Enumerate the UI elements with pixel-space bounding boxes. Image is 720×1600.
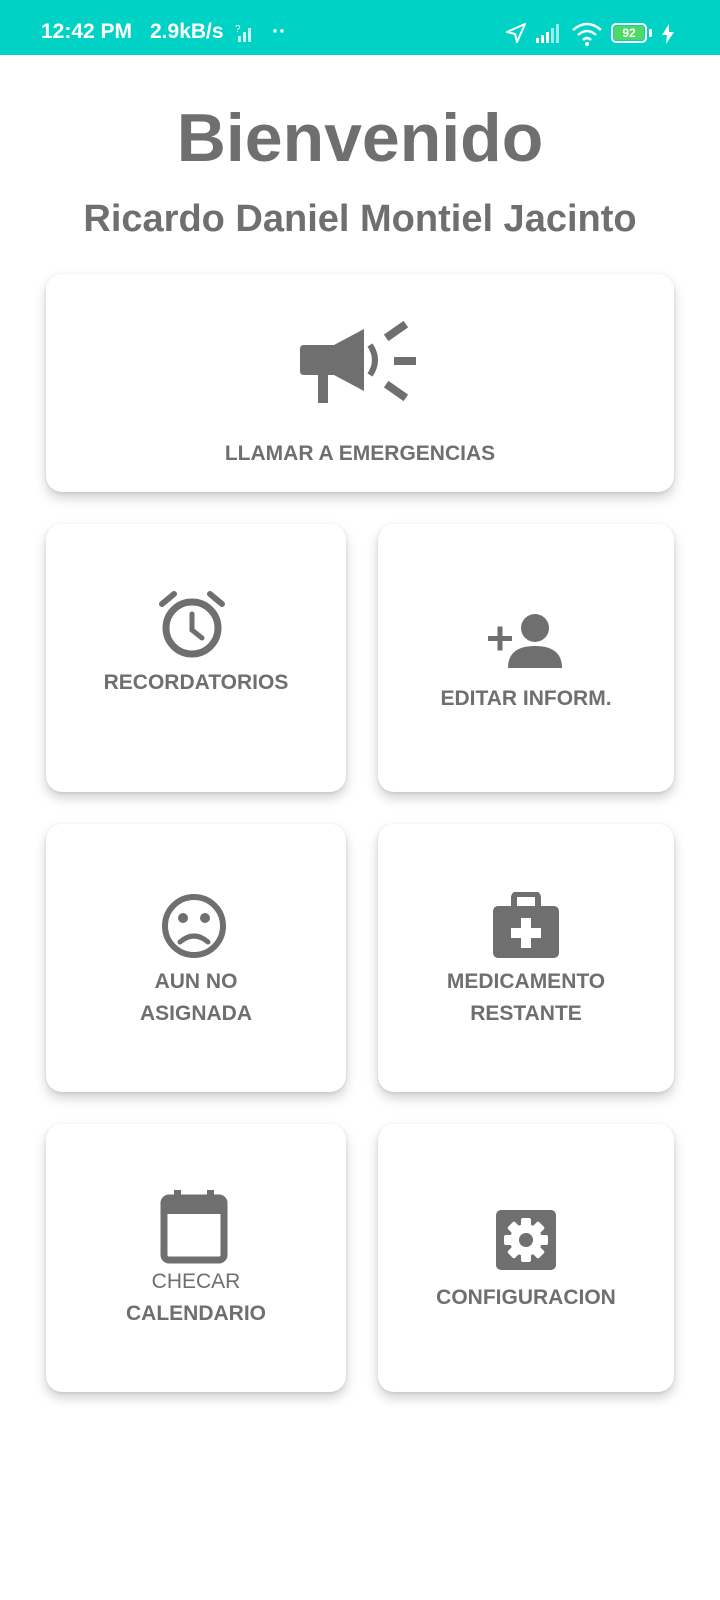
gear-icon: [496, 1210, 556, 1270]
medicine-remaining-button[interactable]: MEDICAMENTO RESTANTE: [378, 824, 674, 1092]
medicine-label: MEDICAMENTO RESTANTE: [378, 966, 674, 1030]
medical-kit-icon: [493, 892, 559, 958]
location-arrow-icon: [506, 23, 526, 43]
reminders-button[interactable]: RECORDATORIOS: [46, 524, 346, 792]
megaphone-icon: [300, 320, 416, 403]
medicine-label-line1: MEDICAMENTO: [446, 970, 606, 993]
reminders-label: RECORDATORIOS: [103, 671, 289, 694]
emergency-label: LLAMAR A EMERGENCIAS: [224, 442, 496, 465]
status-bar: 12:42 PM 2.9kB/s ? ·· 92: [0, 0, 720, 55]
status-dots: ··: [272, 20, 286, 43]
empty-bottom-area: [0, 1408, 720, 1600]
settings-button[interactable]: CONFIGURACION: [378, 1124, 674, 1392]
unassigned-label: AUN NO ASIGNADA: [46, 966, 346, 1030]
battery-level: 92: [622, 26, 636, 40]
svg-text:?: ?: [235, 24, 241, 35]
page-title: Bienvenido: [176, 100, 544, 176]
add-person-icon: [488, 614, 562, 668]
status-time: 12:42 PM: [41, 20, 133, 43]
edit-info-button[interactable]: EDITAR INFORM.: [378, 524, 674, 792]
emergency-call-button[interactable]: LLAMAR A EMERGENCIAS: [46, 274, 674, 492]
unassigned-button[interactable]: AUN NO ASIGNADA: [46, 824, 346, 1092]
unassigned-label-line1: AUN NO: [154, 970, 238, 993]
unassigned-label-line2: ASIGNADA: [139, 1002, 252, 1025]
signal-unknown-icon: ?: [235, 24, 251, 42]
charging-bolt-icon: [662, 24, 674, 44]
calendar-label: CHECAR CALENDARIO: [46, 1266, 346, 1330]
calendar-icon: [160, 1190, 228, 1264]
calendar-label-line1: CHECAR: [151, 1270, 241, 1293]
sad-face-icon: [162, 894, 226, 958]
wifi-icon: [572, 22, 602, 46]
battery-icon: 92: [611, 23, 652, 43]
calendar-label-line2: CALENDARIO: [126, 1302, 266, 1325]
settings-label: CONFIGURACION: [436, 1286, 616, 1309]
edit-info-label: EDITAR INFORM.: [440, 687, 612, 710]
medicine-label-line2: RESTANTE: [470, 1002, 582, 1025]
alarm-clock-icon: [159, 591, 225, 658]
calendar-button[interactable]: CHECAR CALENDARIO: [46, 1124, 346, 1392]
status-network-speed: 2.9kB/s: [150, 20, 224, 43]
user-name: Ricardo Daniel Montiel Jacinto: [83, 198, 637, 240]
cell-signal-icon: [536, 24, 559, 43]
